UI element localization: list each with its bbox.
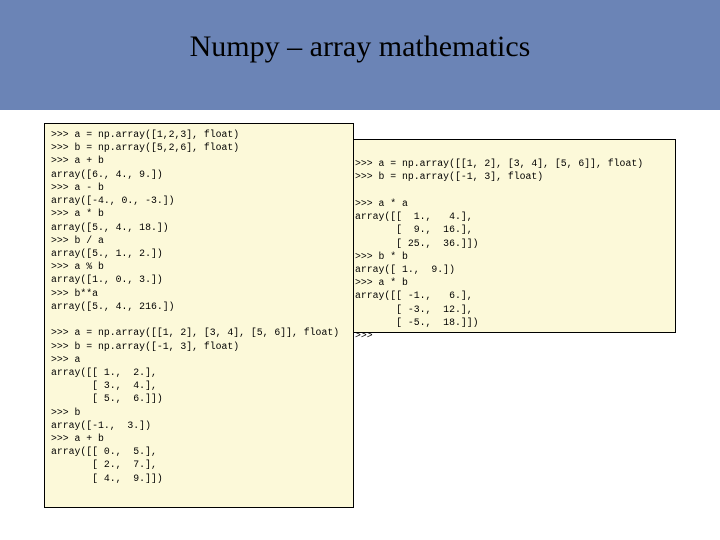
- code-text-right: >>> a = np.array([[1, 2], [3, 4], [5, 6]…: [355, 144, 669, 342]
- code-block-right: >>> a = np.array([[1, 2], [3, 4], [5, 6]…: [348, 139, 676, 333]
- slide-title: Numpy – array mathematics: [0, 30, 720, 64]
- code-block-left: >>> a = np.array([1,2,3], float) >>> b =…: [44, 123, 354, 508]
- code-text-left: >>> a = np.array([1,2,3], float) >>> b =…: [51, 128, 347, 485]
